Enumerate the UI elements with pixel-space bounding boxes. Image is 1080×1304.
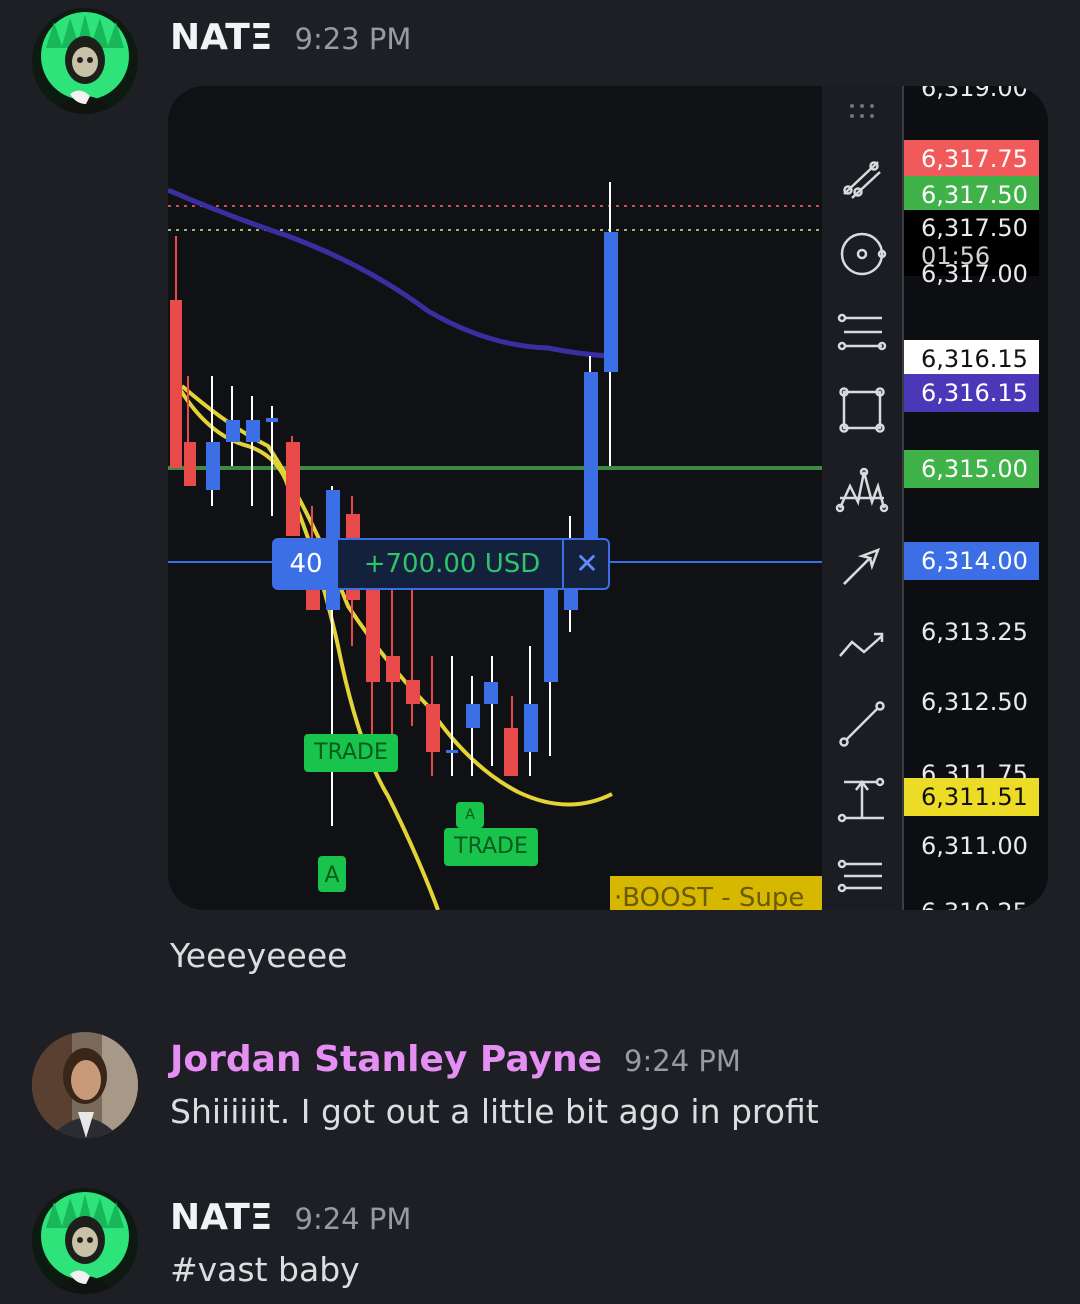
price-label: 6,315.00 <box>904 450 1039 488</box>
line-tool-icon[interactable] <box>834 694 890 750</box>
message-text: #vast baby <box>170 1250 360 1289</box>
username-text: NATΞ <box>170 17 273 58</box>
username[interactable]: NATΞ 9:23 PM <box>170 18 411 59</box>
avatar-nate[interactable] <box>32 8 138 114</box>
candles <box>170 182 618 826</box>
axis-tick: 6,311.00 <box>921 832 1028 860</box>
last-price: 6,317.50 <box>921 214 1028 242</box>
price-axis: 6,319.00 6,317.75 6,317.50 6,317.50 01:5… <box>902 86 1048 910</box>
measure-tool-icon[interactable] <box>834 772 890 828</box>
trade-tag: TRADE <box>444 828 538 866</box>
chart-image-attachment[interactable]: 40 +700.00 USD ✕ TRADE TRADE A A ·BOOST … <box>168 86 1048 910</box>
fib-retracement-tool-icon[interactable] <box>834 304 890 360</box>
avatar-nate[interactable] <box>32 1188 138 1294</box>
position-label[interactable]: 40 +700.00 USD ✕ <box>272 538 610 590</box>
timestamp: 9:24 PM <box>624 1044 741 1078</box>
avatar-jordan[interactable] <box>32 1032 138 1138</box>
price-chart <box>168 182 822 910</box>
trade-tag: TRADE <box>304 734 398 772</box>
a-tag: A <box>456 802 484 828</box>
timestamp: 9:24 PM <box>294 1202 412 1236</box>
message-text: Shiiiiiit. I got out a little bit ago in… <box>170 1092 819 1131</box>
pattern-tool-icon[interactable] <box>834 462 890 518</box>
a-tag: A <box>318 856 346 892</box>
price-label: 6,317.50 <box>904 176 1039 214</box>
circle-tool-icon[interactable] <box>834 226 890 282</box>
timestamp: 9:23 PM <box>294 22 412 56</box>
moving-average-line <box>168 187 609 359</box>
position-quantity: 40 <box>274 540 338 588</box>
axis-tick: 6,317.00 <box>921 260 1028 288</box>
username[interactable]: NATΞ 9:24 PM <box>170 1198 411 1239</box>
path-tool-icon[interactable] <box>834 616 890 672</box>
rectangle-tool-icon[interactable] <box>834 382 890 438</box>
arrow-tool-icon[interactable] <box>834 538 890 594</box>
drawing-toolbar <box>822 86 902 910</box>
message-text: Yeeeyeeee <box>170 936 348 975</box>
price-label: 6,316.15 <box>904 340 1039 378</box>
price-label: 6,317.75 <box>904 140 1039 178</box>
price-label: 6,314.00 <box>904 542 1039 580</box>
username[interactable]: Jordan Stanley Payne 9:24 PM <box>170 1040 741 1081</box>
boost-label: ·BOOST - Supe <box>610 876 834 910</box>
axis-tick: 6,313.25 <box>921 618 1028 646</box>
drag-handle-icon[interactable] <box>834 86 890 142</box>
price-label: 6,311.51 <box>904 778 1039 816</box>
close-position-icon[interactable]: ✕ <box>562 540 610 588</box>
fib-extension-tool-icon[interactable] <box>834 850 890 906</box>
username-text: Jordan Stanley Payne <box>170 1039 603 1080</box>
axis-tick: 6,310.25 <box>921 898 1028 910</box>
axis-tick: 6,312.50 <box>921 688 1028 716</box>
position-pnl: +700.00 USD <box>363 549 541 579</box>
axis-tick: 6,319.00 <box>921 86 1028 102</box>
trend-line-tool-icon[interactable] <box>834 150 890 206</box>
username-text: NATΞ <box>170 1197 273 1238</box>
price-label: 6,316.15 <box>904 374 1039 412</box>
